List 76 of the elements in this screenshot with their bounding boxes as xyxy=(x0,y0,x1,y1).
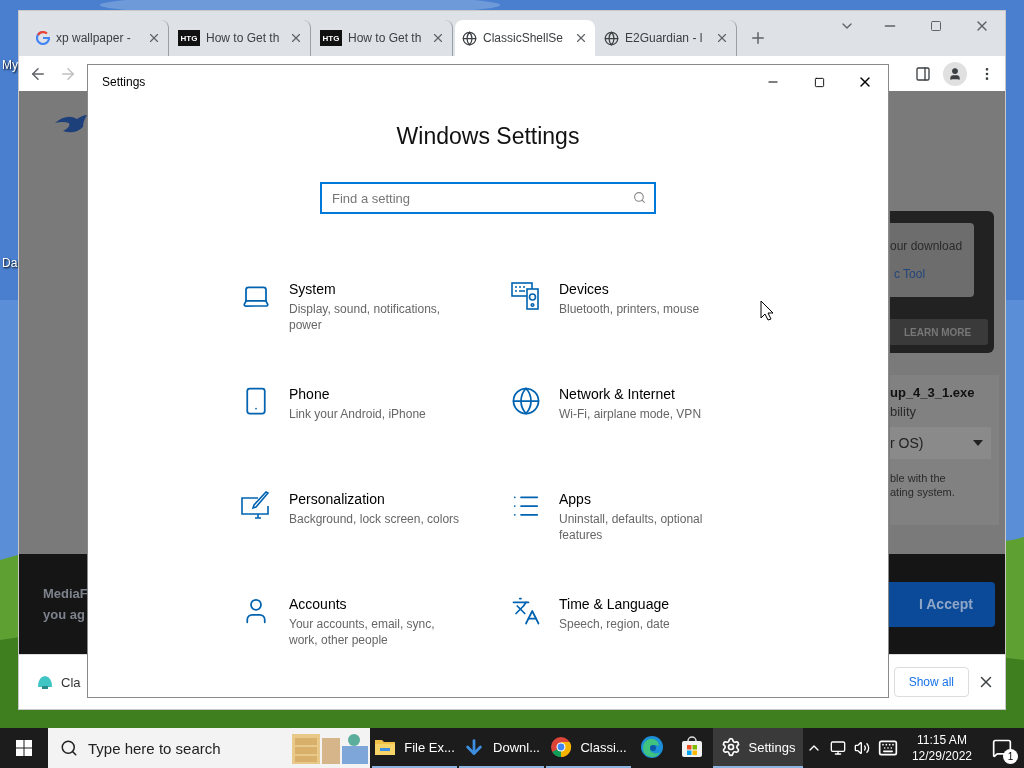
taskbar-search-field[interactable]: Type here to search xyxy=(48,728,370,768)
show-all-button[interactable]: Show all xyxy=(893,667,969,697)
setting-description: Your accounts, email, sync, work, other people xyxy=(289,616,435,648)
globe-icon xyxy=(462,30,477,46)
setting-title[interactable]: Network & Internet xyxy=(559,386,702,402)
setting-title[interactable]: Devices xyxy=(559,281,700,297)
download-icon xyxy=(463,736,485,758)
windows-logo-icon xyxy=(16,740,32,756)
notification-button[interactable]: 1 xyxy=(986,732,1018,764)
compatibility-note: ble with the ating system. xyxy=(890,471,956,499)
setting-description: Link your Android, iPhone xyxy=(289,406,426,422)
edge-icon xyxy=(640,735,664,759)
setting-title[interactable]: Phone xyxy=(289,386,426,402)
site-logo-icon: HTG xyxy=(178,30,200,46)
clock[interactable]: 11:15 AM 12/29/2022 xyxy=(905,732,978,764)
settings-heading: Windows Settings xyxy=(396,123,580,150)
volume-icon[interactable] xyxy=(853,740,870,756)
close-icon[interactable] xyxy=(289,31,303,45)
tab-title: E2Guardian - l xyxy=(625,31,703,45)
bird-logo-icon xyxy=(55,113,87,135)
setting-title[interactable]: Personalization xyxy=(289,491,460,507)
setting-description: Bluetooth, printers, mouse xyxy=(559,301,700,317)
os-select[interactable]: r OS) xyxy=(890,427,991,459)
browser-tab[interactable]: ClassicShellSe xyxy=(455,20,595,56)
site-logo-icon: HTG xyxy=(320,30,342,46)
promo-text: c Tool xyxy=(893,267,927,281)
taskbar-app[interactable]: File Ex... xyxy=(372,728,457,768)
language-icon xyxy=(510,595,542,627)
notification-count: 1 xyxy=(1003,749,1018,764)
setting-description: Speech, region, date xyxy=(559,616,670,632)
close-icon[interactable] xyxy=(147,31,161,45)
side-panel-icon[interactable] xyxy=(915,65,931,82)
close-icon[interactable] xyxy=(574,31,588,45)
keyboard-speaker-icon xyxy=(510,280,542,312)
chrome-icon xyxy=(550,736,573,758)
file-name: up_4_3_1.exe xyxy=(890,385,976,400)
cursor-icon xyxy=(760,300,774,321)
file-subtitle: bility xyxy=(890,404,917,419)
setting-title[interactable]: Accounts xyxy=(289,596,435,612)
store-icon xyxy=(680,735,704,759)
desktop-icon-label[interactable]: Da xyxy=(2,256,18,270)
monitor-brush-icon xyxy=(240,490,272,522)
taskbar-app[interactable]: Downl... xyxy=(459,728,544,768)
desktop-icon-label[interactable]: My xyxy=(2,58,18,72)
tab-title: ClassicShellSe xyxy=(483,31,564,45)
tab-title: How to Get th xyxy=(348,31,422,45)
setting-description: Background, lock screen, colors xyxy=(289,511,460,527)
search-icon xyxy=(60,739,78,757)
folder-icon xyxy=(374,738,397,756)
setting-title[interactable]: System xyxy=(289,281,441,297)
shell-icon xyxy=(37,675,53,689)
globe-icon xyxy=(604,30,619,46)
setting-description: Uninstall, defaults, optional features xyxy=(559,511,703,543)
search-field[interactable]: Find a setting xyxy=(320,182,656,214)
globe-icon xyxy=(510,385,542,417)
tab-title: xp wallpaper - xyxy=(56,31,131,45)
setting-title[interactable]: Time & Language xyxy=(559,596,670,612)
settings-icon xyxy=(720,737,741,757)
close-icon[interactable] xyxy=(715,31,729,45)
window-title: Settings xyxy=(102,75,146,89)
setting-description: Wi-Fi, airplane mode, VPN xyxy=(559,406,702,422)
promo-text: our download xyxy=(890,239,964,253)
taskbar-app[interactable]: Settings xyxy=(713,728,803,768)
keyboard-icon[interactable] xyxy=(877,738,898,758)
setting-description: Display, sound, notifications, power xyxy=(289,301,441,333)
cookie-text: MediaF you ag xyxy=(43,585,88,624)
close-icon[interactable] xyxy=(431,31,445,45)
tab-title: How to Get th xyxy=(206,31,280,45)
taskbar-app[interactable]: Classi... xyxy=(546,728,631,768)
search-icon xyxy=(633,191,646,204)
google-icon xyxy=(36,31,50,45)
download-name[interactable]: Cla xyxy=(61,674,81,690)
caret-icon xyxy=(973,440,983,446)
profile-icon[interactable] xyxy=(943,61,967,86)
network-icon[interactable] xyxy=(829,740,846,756)
setting-title[interactable]: Apps xyxy=(559,491,703,507)
